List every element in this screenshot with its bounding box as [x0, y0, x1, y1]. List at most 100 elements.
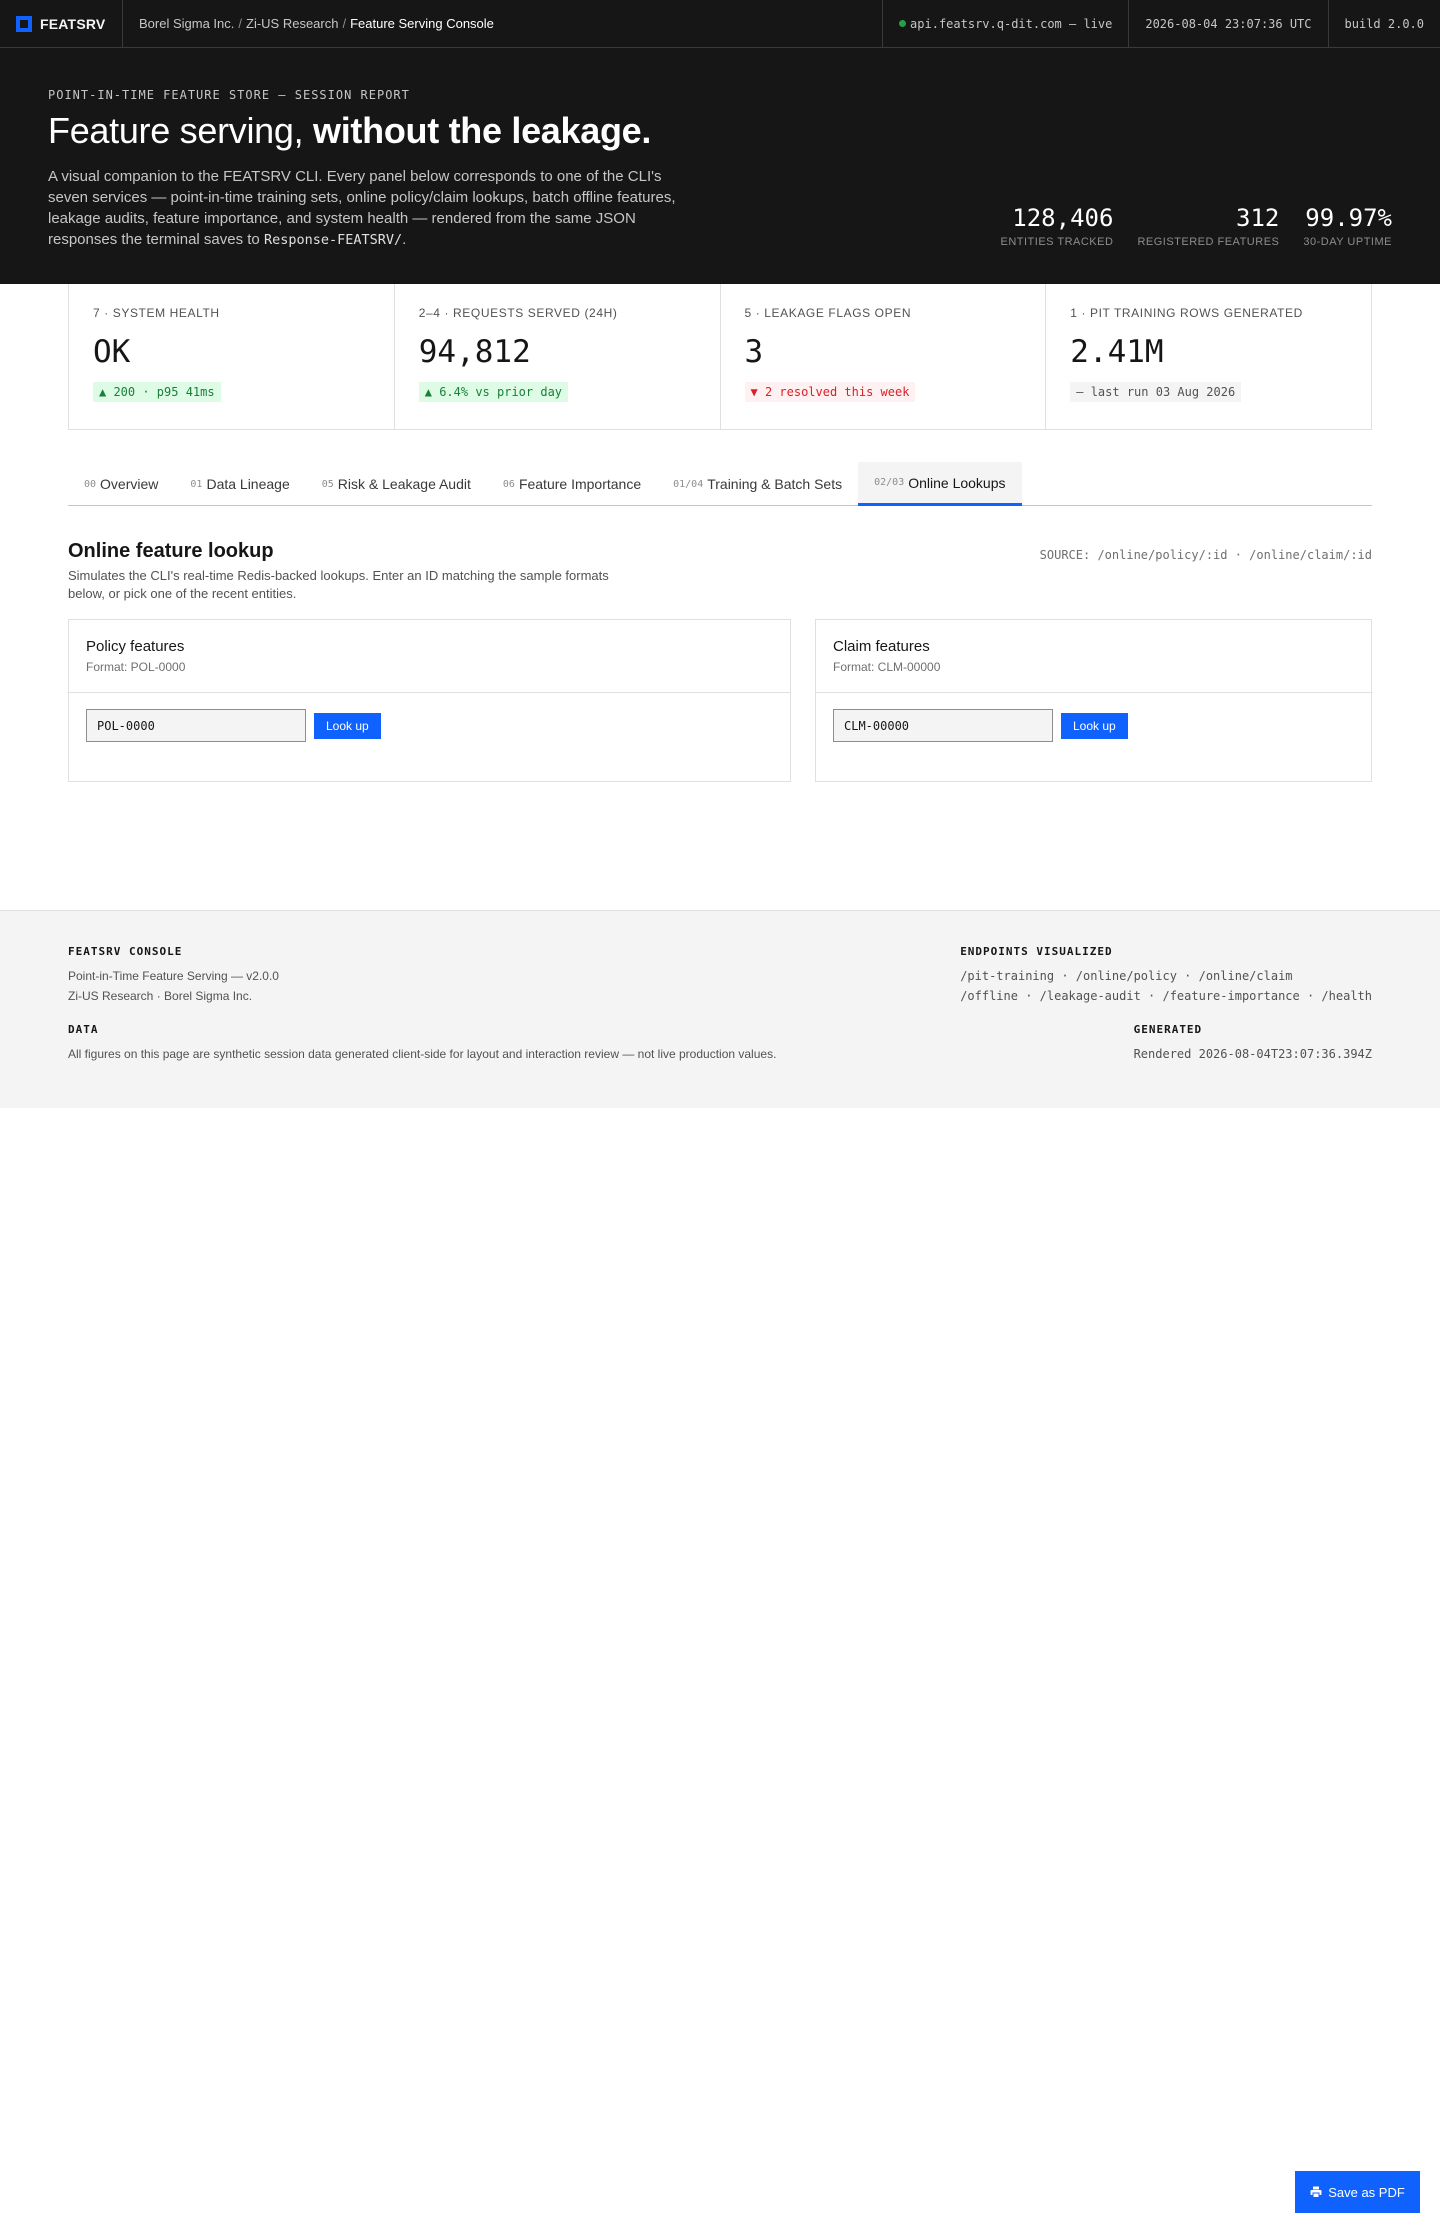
tab-label: Training & Batch Sets — [707, 476, 843, 492]
tab-number: 06 — [502, 478, 515, 490]
hero-stat-value: 312 — [1236, 204, 1280, 232]
panel-title: Policy features — [86, 638, 185, 655]
tab-number: 01 — [190, 478, 203, 490]
kpi-badge: ▲ 6.4% vs prior day — [418, 382, 569, 402]
save-as-pdf-button[interactable]: Save as PDF — [1295, 2171, 1420, 2213]
hero-stat-label: 30-DAY UPTIME — [1303, 236, 1392, 248]
kpi-label: 5 · LEAKAGE FLAGS OPEN — [744, 306, 912, 320]
footer-console: FEATSRV CONSOLE Point-in-Time Feature Se… — [68, 945, 279, 1006]
hero: POINT-IN-TIME FEATURE STORE — SESSION RE… — [0, 48, 1440, 284]
hero-description-code: Response-FEATSRV/ — [263, 232, 403, 248]
footer-endpoints: ENDPOINTS VISUALIZED /pit-training · /on… — [960, 945, 1372, 1006]
kpi-value: OK — [93, 334, 131, 370]
panel-header: Policy features Format: POL-0000 — [69, 620, 790, 693]
page-title: Feature serving, without the leakage. — [48, 110, 651, 152]
tab-online-lookups[interactable]: 02/03 Online Lookups — [858, 462, 1022, 506]
footer: FEATSRV CONSOLE Point-in-Time Feature Se… — [0, 910, 1440, 1108]
tab-label: Overview — [100, 476, 159, 492]
brand-logo-icon — [16, 15, 32, 32]
tab-bar: 00 Overview 01 Data Lineage 05 Risk & Leaka… — [68, 462, 1372, 506]
build-version: build 2.0.0 — [1327, 0, 1440, 47]
hero-stats: 128,406 ENTITIES TRACKED 312 REGISTERED … — [1001, 204, 1393, 248]
panel-format: Format: POL-0000 — [86, 660, 186, 674]
footer-generated: GENERATED Rendered 2026-08-04T23:07:36.3… — [1134, 1023, 1372, 1064]
panel-title: Claim features — [833, 638, 930, 655]
kpi-badge: ▼ 2 resolved this week — [744, 382, 916, 402]
claim-id-input[interactable] — [833, 709, 1053, 742]
kpi-requests-served: 2–4 · REQUESTS SERVED (24H) 94,812 ▲ 6.4… — [395, 284, 721, 429]
breadcrumb-team[interactable]: Zi-US Research — [246, 16, 338, 31]
breadcrumb-separator: / — [342, 16, 347, 31]
footer-console-line: Zi-US Research · Borel Sigma Inc. — [68, 989, 253, 1003]
kpi-label: 2–4 · REQUESTS SERVED (24H) — [418, 306, 618, 320]
top-bar: FEATSRV Borel Sigma Inc. / Zi-US Researc… — [0, 0, 1440, 48]
tab-label: Risk & Leakage Audit — [337, 476, 471, 492]
api-status: api.featsrv.q-dit.com — live — [882, 0, 1128, 47]
tab-training-batch-sets[interactable]: 01/04 Training & Batch Sets — [657, 462, 858, 506]
policy-lookup-button[interactable]: Look up — [314, 712, 381, 739]
hero-description-end: . — [402, 231, 407, 248]
breadcrumb: Borel Sigma Inc. / Zi-US Research / Feat… — [123, 0, 882, 47]
footer-generated-text: Rendered 2026-08-04T23:07:36.394Z — [1133, 1047, 1372, 1061]
kpi-badge: — last run 03 Aug 2026 — [1070, 382, 1242, 402]
brand[interactable]: FEATSRV — [0, 0, 123, 47]
panel-format: Format: CLM-00000 — [833, 660, 941, 674]
panel-body: Look up — [69, 693, 790, 758]
kpi-label: 1 · PIT TRAINING ROWS GENERATED — [1070, 306, 1303, 320]
breadcrumb-separator: / — [238, 16, 242, 31]
kpi-pit-training-rows: 1 · PIT TRAINING ROWS GENERATED 2.41M — … — [1046, 284, 1371, 429]
hero-stat-entities: 128,406 ENTITIES TRACKED — [1001, 204, 1114, 248]
tab-overview[interactable]: 00 Overview — [68, 462, 174, 506]
footer-console-heading: FEATSRV CONSOLE — [68, 945, 183, 958]
kpi-system-health: 7 · SYSTEM HEALTH OK ▲ 200 · p95 41ms — [69, 284, 395, 429]
page-title-bold: without the leakage. — [313, 110, 652, 151]
kpi-leakage-flags: 5 · LEAKAGE FLAGS OPEN 3 ▼ 2 resolved th… — [721, 284, 1047, 429]
kpi-badge: ▲ 200 · p95 41ms — [93, 382, 221, 402]
tab-label: Feature Importance — [518, 476, 642, 492]
live-status-dot-icon — [899, 20, 907, 27]
breadcrumb-org[interactable]: Borel Sigma Inc. — [139, 16, 234, 31]
tab-number: 01/04 — [673, 478, 704, 490]
footer-data-heading: DATA — [68, 1023, 99, 1036]
breadcrumb-current: Feature Serving Console — [350, 16, 494, 31]
hero-stat-value: 128,406 — [1012, 204, 1114, 232]
tab-risk-leakage-audit[interactable]: 05 Risk & Leakage Audit — [306, 462, 487, 506]
policy-id-input[interactable] — [86, 709, 306, 742]
panel-body: Look up — [816, 693, 1371, 758]
hero-stat-uptime: 99.97% 30-DAY UPTIME — [1303, 204, 1392, 248]
tab-number: 02/03 — [874, 477, 905, 488]
tab-number: 05 — [321, 478, 334, 490]
kpi-value: 2.41M — [1070, 334, 1164, 370]
brand-name: FEATSRV — [40, 15, 106, 32]
hero-stat-label: REGISTERED FEATURES — [1137, 236, 1280, 248]
page-title-light: Feature serving, — [48, 110, 314, 151]
claim-lookup-button[interactable]: Look up — [1061, 712, 1128, 739]
policy-lookup-panel: Policy features Format: POL-0000 Look up — [68, 619, 791, 782]
kpi-label: 7 · SYSTEM HEALTH — [93, 306, 220, 320]
footer-endpoints-line: /offline · /leakage-audit · /feature-imp… — [960, 989, 1372, 1003]
kpi-value: 3 — [744, 334, 764, 370]
kpi-value: 94,812 — [418, 334, 531, 370]
kpi-cards: 7 · SYSTEM HEALTH OK ▲ 200 · p95 41ms 2–… — [68, 284, 1372, 430]
tab-feature-importance[interactable]: 06 Feature Importance — [487, 462, 657, 506]
footer-endpoints-line: /pit-training · /online/policy · /online… — [960, 969, 1293, 983]
footer-endpoints-heading: ENDPOINTS VISUALIZED — [960, 945, 1113, 958]
printer-icon — [1310, 2186, 1322, 2198]
hero-stat-value: 99.97% — [1305, 204, 1392, 232]
section-title: Online feature lookup — [68, 540, 274, 562]
claim-lookup-panel: Claim features Format: CLM-00000 Look up — [815, 619, 1372, 782]
tab-label: Data Lineage — [206, 476, 290, 492]
section-source: SOURCE: /online/policy/:id · /online/cla… — [1039, 548, 1372, 562]
hero-eyebrow: POINT-IN-TIME FEATURE STORE — SESSION RE… — [48, 88, 410, 102]
hero-stat-features: 312 REGISTERED FEATURES — [1137, 204, 1279, 248]
hero-stat-label: ENTITIES TRACKED — [1000, 236, 1114, 248]
tab-data-lineage[interactable]: 01 Data Lineage — [174, 462, 305, 506]
tab-label: Online Lookups — [908, 474, 1006, 491]
section-description: Simulates the CLI's real-time Redis-back… — [68, 568, 609, 601]
hero-description: A visual companion to the FEATSRV CLI. E… — [48, 166, 678, 251]
save-as-pdf-label: Save as PDF — [1328, 2184, 1405, 2200]
footer-generated-heading: GENERATED — [1133, 1023, 1203, 1036]
tab-number: 00 — [84, 478, 97, 490]
footer-data-text: All figures on this page are synthetic s… — [68, 1047, 777, 1061]
api-status-text: api.featsrv.q-dit.com — live — [910, 16, 1113, 31]
